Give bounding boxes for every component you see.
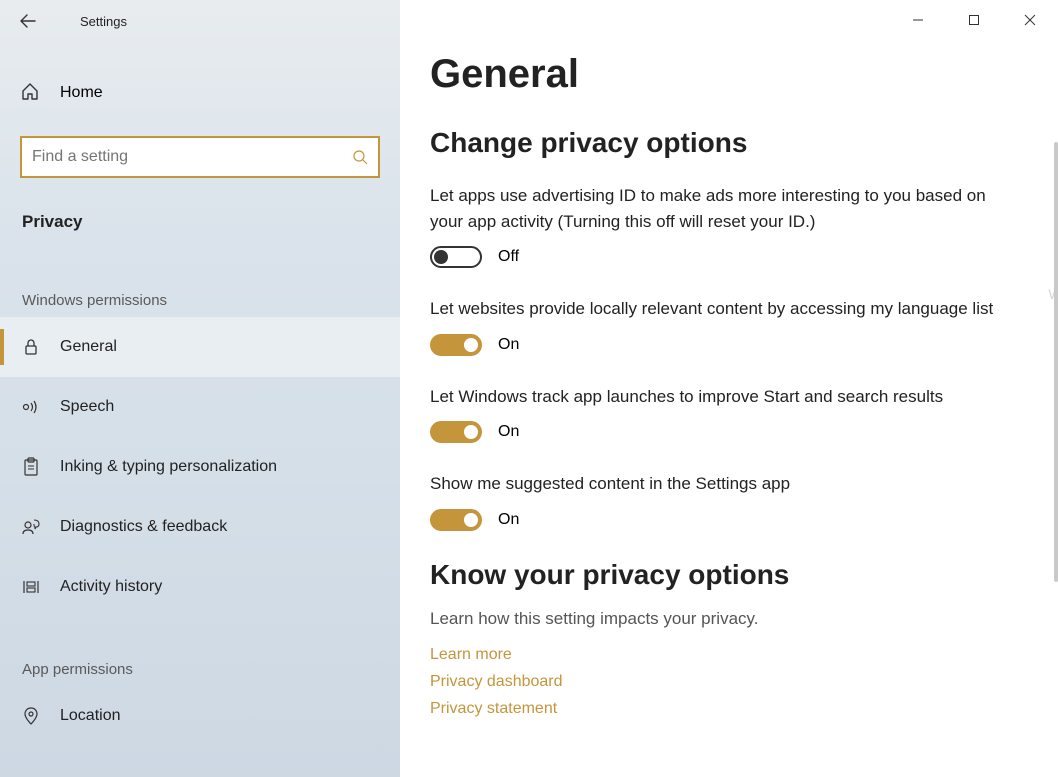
- sidebar: Settings Home Privacy Windows permission…: [0, 0, 400, 777]
- nav-item-inking[interactable]: Inking & typing personalization: [0, 437, 400, 497]
- section-title-change-privacy: Change privacy options: [430, 127, 1000, 159]
- section-title-know-privacy: Know your privacy options: [430, 559, 1000, 591]
- setting-desc: Show me suggested content in the Setting…: [430, 471, 1000, 497]
- home-nav[interactable]: Home: [0, 62, 400, 124]
- nav-item-location[interactable]: Location: [0, 686, 400, 746]
- nav-label: Activity history: [60, 578, 162, 596]
- setting-language-list: Let websites provide locally relevant co…: [430, 296, 1000, 356]
- section-header-windows-permissions: Windows permissions: [22, 292, 400, 309]
- nav-item-speech[interactable]: Speech: [0, 377, 400, 437]
- maximize-icon: [968, 14, 980, 26]
- speech-icon: [20, 396, 42, 418]
- section-header-app-permissions: App permissions: [22, 661, 400, 678]
- minimize-button[interactable]: [890, 0, 946, 40]
- main-content: Windo General Change privacy options Let…: [400, 0, 1058, 777]
- search-box[interactable]: [20, 136, 380, 178]
- nav-item-general[interactable]: General: [0, 317, 400, 377]
- minimize-icon: [912, 14, 924, 26]
- window-controls: [890, 0, 1058, 40]
- nav-item-diagnostics[interactable]: Diagnostics & feedback: [0, 497, 400, 557]
- category-title: Privacy: [22, 212, 400, 232]
- link-learn-more[interactable]: Learn more: [430, 641, 1000, 668]
- feedback-icon: [20, 516, 42, 538]
- toggle-advertising-id[interactable]: [430, 246, 482, 268]
- search-container: [20, 136, 380, 178]
- nav-item-activity[interactable]: Activity history: [0, 557, 400, 617]
- clipboard-icon: [20, 456, 42, 478]
- back-button[interactable]: [8, 1, 48, 41]
- link-privacy-statement[interactable]: Privacy statement: [430, 695, 1000, 722]
- home-icon: [20, 82, 42, 104]
- location-icon: [20, 705, 42, 727]
- nav-label: Location: [60, 707, 121, 725]
- setting-desc: Let Windows track app launches to improv…: [430, 384, 1000, 410]
- know-privacy-desc: Learn how this setting impacts your priv…: [430, 609, 1000, 629]
- search-input[interactable]: [32, 148, 352, 166]
- nav-label: Inking & typing personalization: [60, 458, 277, 476]
- nav-label: Diagnostics & feedback: [60, 518, 227, 536]
- maximize-button[interactable]: [946, 0, 1002, 40]
- toggle-track-launches[interactable]: [430, 421, 482, 443]
- lock-icon: [20, 336, 42, 358]
- toggle-state-label: On: [498, 336, 519, 354]
- setting-desc: Let websites provide locally relevant co…: [430, 296, 1000, 322]
- toggle-state-label: On: [498, 423, 519, 441]
- close-button[interactable]: [1002, 0, 1058, 40]
- link-privacy-dashboard[interactable]: Privacy dashboard: [430, 668, 1000, 695]
- back-arrow-icon: [19, 12, 37, 30]
- toggle-suggested-content[interactable]: [430, 509, 482, 531]
- setting-suggested-content: Show me suggested content in the Setting…: [430, 471, 1000, 531]
- scrollbar[interactable]: [1048, 142, 1058, 777]
- search-icon: [352, 149, 368, 165]
- toggle-language-list[interactable]: [430, 334, 482, 356]
- nav-label: Speech: [60, 398, 114, 416]
- setting-track-launches: Let Windows track app launches to improv…: [430, 384, 1000, 444]
- toggle-state-label: On: [498, 511, 519, 529]
- window-title: Settings: [80, 14, 127, 29]
- setting-advertising-id: Let apps use advertising ID to make ads …: [430, 183, 1000, 268]
- setting-desc: Let apps use advertising ID to make ads …: [430, 183, 1000, 234]
- timeline-icon: [20, 576, 42, 598]
- scrollbar-thumb[interactable]: [1054, 142, 1058, 582]
- toggle-state-label: Off: [498, 248, 519, 266]
- home-label: Home: [60, 84, 103, 102]
- titlebar: Settings: [0, 0, 400, 42]
- nav-label: General: [60, 338, 117, 356]
- page-title: General: [430, 52, 1000, 97]
- close-icon: [1024, 14, 1036, 26]
